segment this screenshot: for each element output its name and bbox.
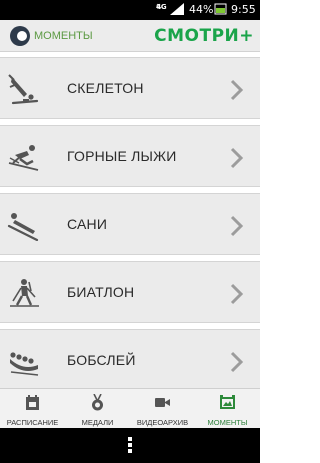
- luge-icon: [7, 213, 39, 241]
- overflow-menu-icon[interactable]: [127, 436, 133, 454]
- list-item-alpine-skiing[interactable]: ГОРНЫЕ ЛЫЖИ: [0, 125, 260, 187]
- system-nav-bar: [0, 428, 260, 463]
- list-item-skeleton[interactable]: СКЕЛЕТОН: [0, 57, 260, 119]
- item-label: БИАТЛОН: [67, 284, 135, 300]
- moments-label: МОМЕНТЫ: [34, 30, 93, 42]
- list-item-luge[interactable]: САНИ: [0, 193, 260, 255]
- item-label: ГОРНЫЕ ЛЫЖИ: [67, 148, 177, 164]
- nav-label: РАСПИСАНИЕ: [6, 418, 59, 427]
- nav-medals[interactable]: МЕДАЛИ: [65, 389, 130, 429]
- nav-label: МОМЕНТЫ: [207, 418, 248, 427]
- status-bar: 4G ⇅ 44% 9:55: [0, 0, 260, 20]
- sport-list: СКЕЛЕТОН ГОРНЫЕ ЛЫЖИ САНИ БИАТЛОН БОБСЛЕ…: [0, 52, 260, 388]
- battery-percent: 44%: [189, 3, 214, 16]
- list-item-biathlon[interactable]: БИАТЛОН: [0, 261, 260, 323]
- moments-icon: [220, 395, 235, 409]
- clock: 9:55: [231, 3, 256, 16]
- item-label: САНИ: [67, 216, 108, 232]
- chevron-right-icon: [230, 79, 244, 101]
- battery-icon: [214, 3, 227, 15]
- skeleton-icon: [8, 74, 39, 105]
- alpine-skiing-icon: [8, 145, 39, 171]
- nav-label: МЕДАЛИ: [81, 418, 114, 427]
- medal-icon: [92, 394, 103, 411]
- bobsleigh-icon: [10, 352, 39, 376]
- chevron-right-icon: [230, 215, 244, 237]
- schedule-icon: [26, 395, 39, 410]
- chevron-right-icon: [230, 351, 244, 373]
- nav-label: ВИДЕОАРХИВ: [136, 418, 189, 427]
- list-item-bobsleigh[interactable]: БОБСЛЕЙ: [0, 329, 260, 388]
- biathlon-icon: [10, 279, 39, 307]
- nav-schedule[interactable]: РАСПИСАНИЕ: [0, 389, 65, 429]
- item-label: СКЕЛЕТОН: [67, 80, 144, 96]
- chevron-right-icon: [230, 283, 244, 305]
- signal-icon: [170, 3, 184, 15]
- bottom-nav: РАСПИСАНИЕ МЕДАЛИ ВИДЕОАРХИВ МОМЕНТЫ: [0, 388, 260, 428]
- video-camera-icon: [155, 398, 170, 407]
- smotri-logo: СМОТРИ+: [154, 26, 254, 46]
- moments-toggle[interactable]: МОМЕНТЫ: [10, 26, 93, 46]
- nav-moments[interactable]: МОМЕНТЫ: [195, 389, 260, 429]
- data-arrows-icon: ⇅: [156, 3, 162, 11]
- toggle-icon: [10, 26, 30, 46]
- nav-video-archive[interactable]: ВИДЕОАРХИВ: [130, 389, 195, 429]
- chevron-right-icon: [230, 147, 244, 169]
- item-label: БОБСЛЕЙ: [67, 352, 136, 368]
- app-header: МОМЕНТЫ СМОТРИ+: [0, 20, 260, 52]
